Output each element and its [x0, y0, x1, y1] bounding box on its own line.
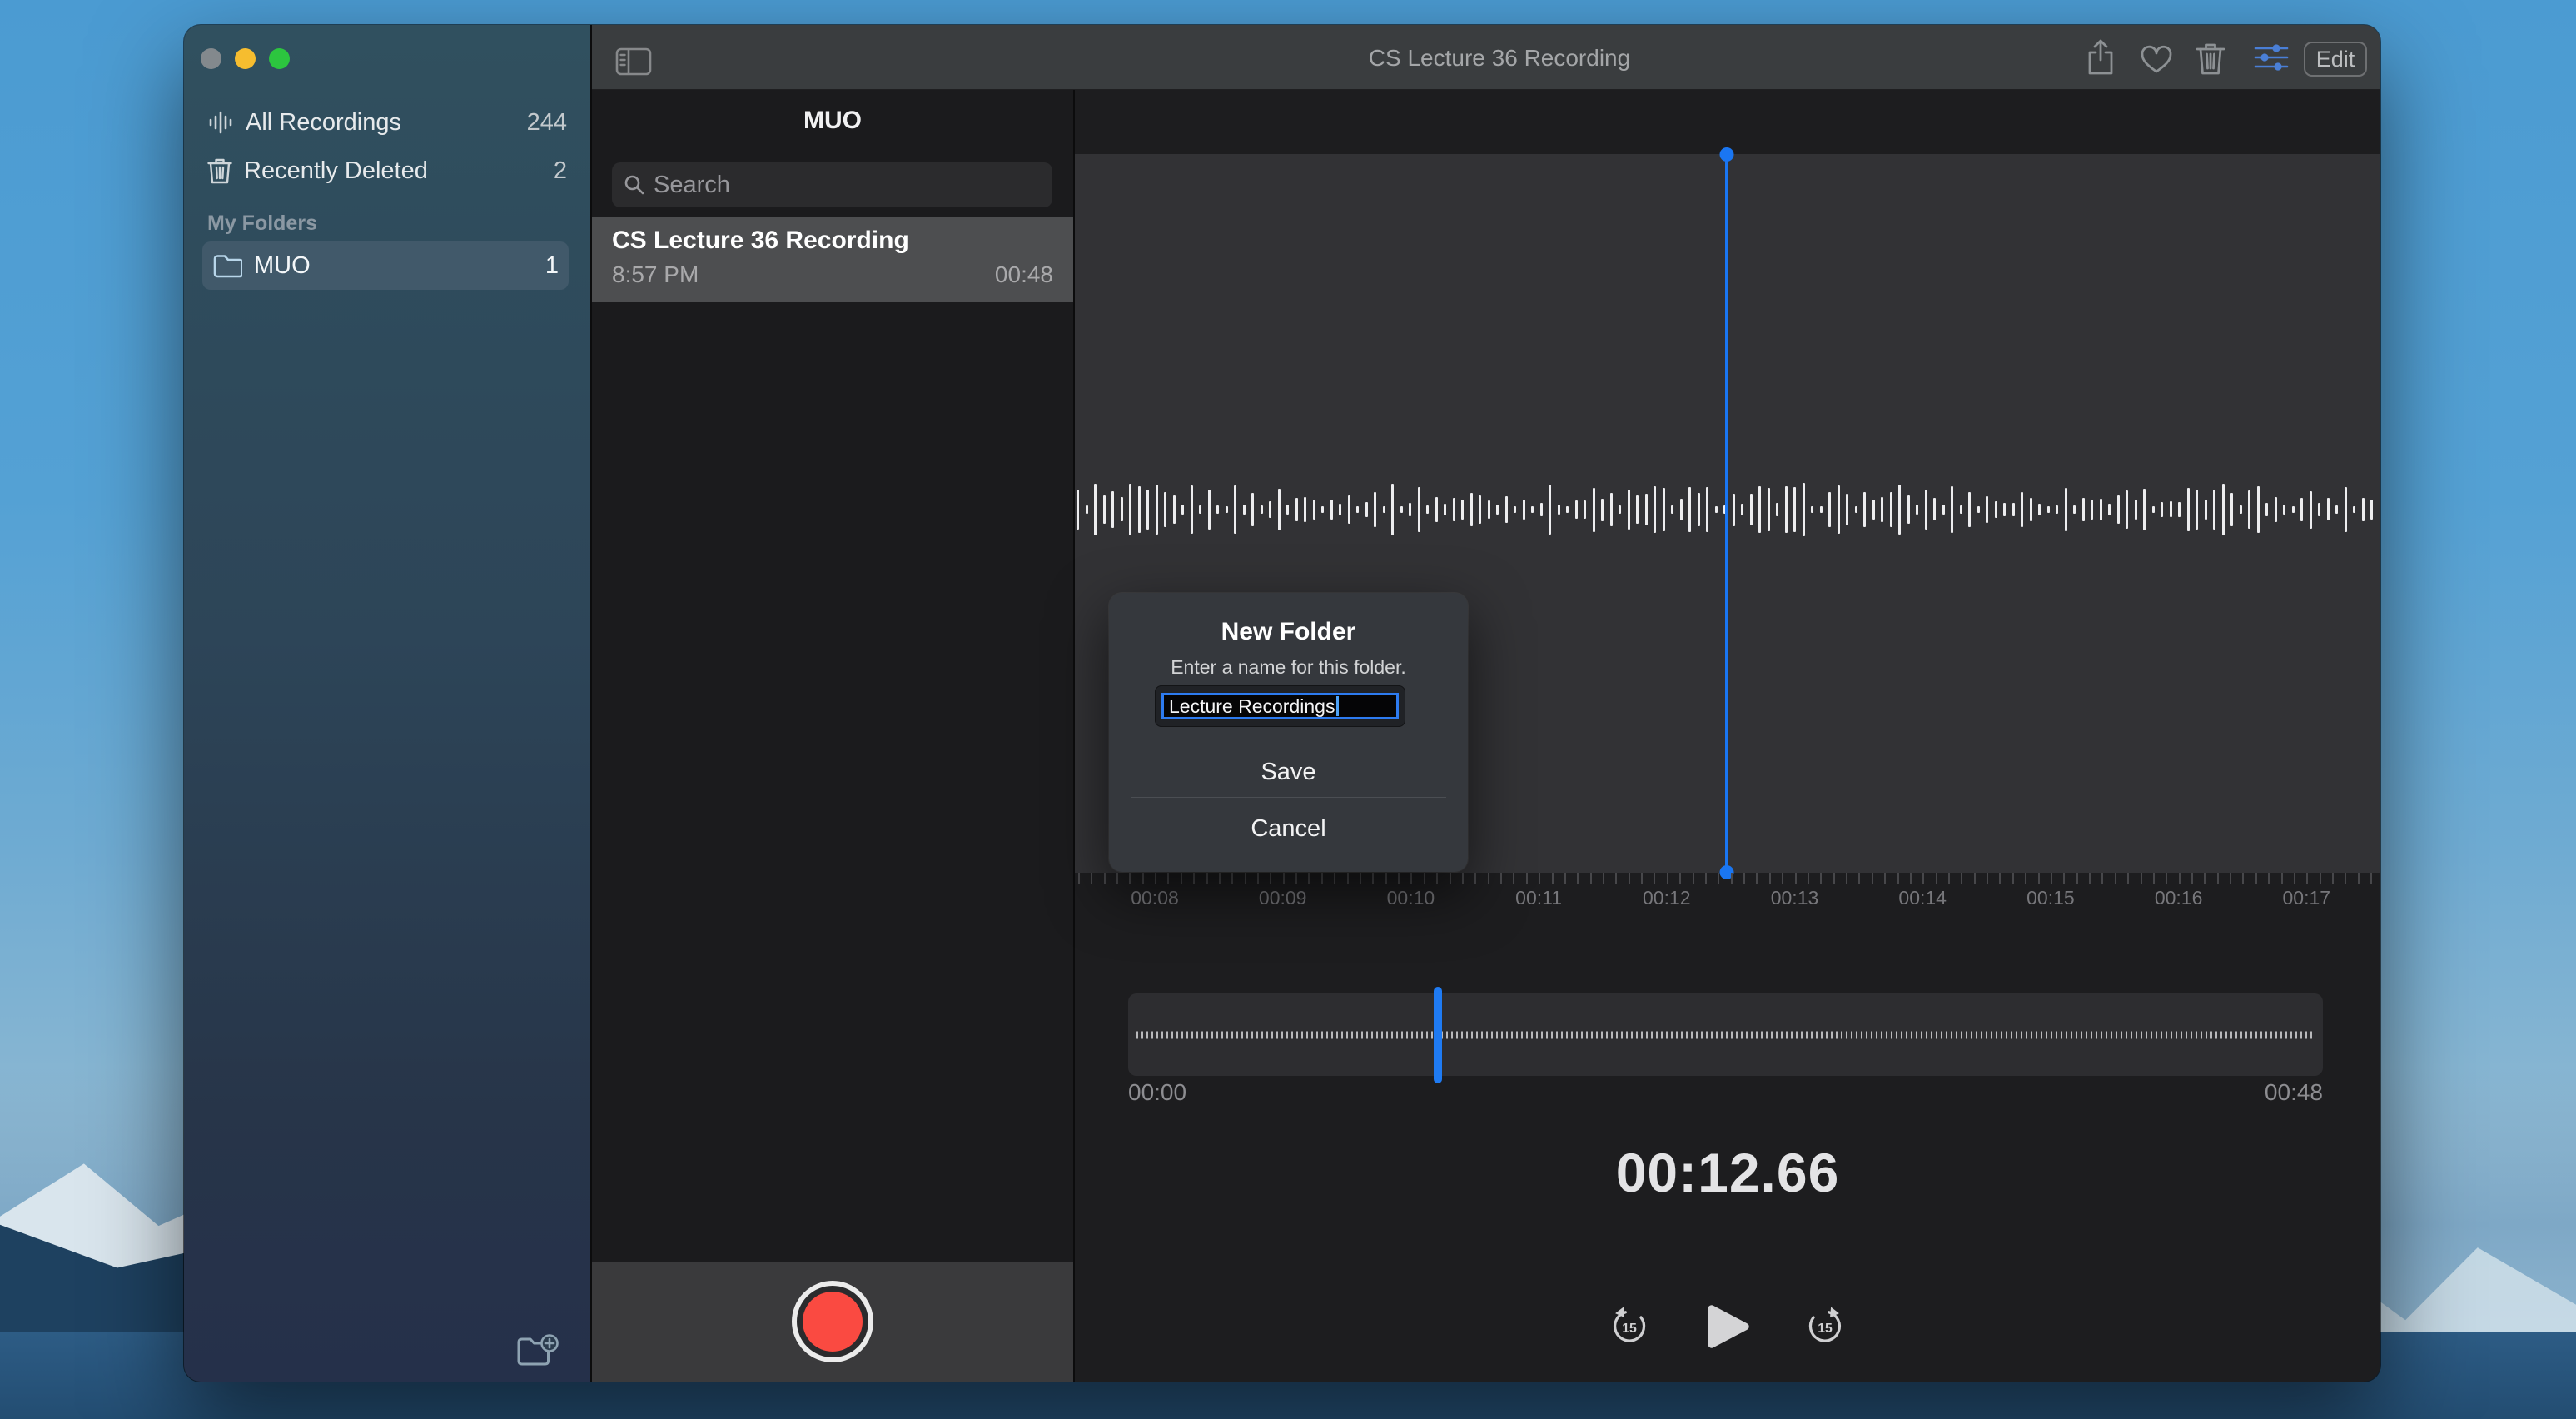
- trash-icon: [207, 157, 232, 185]
- overview-start-label: 00:00: [1128, 1079, 1186, 1106]
- sidebar-item-folder-muo[interactable]: MUO 1: [202, 241, 569, 290]
- search-icon: [624, 174, 645, 196]
- recordings-list-panel: MUO Search CS Lecture 36 Recording 8:57 …: [592, 90, 1073, 1382]
- sidebar-section-my-folders: My Folders: [207, 212, 317, 236]
- sidebar-toggle-button[interactable]: [615, 47, 652, 76]
- search-placeholder: Search: [654, 172, 730, 199]
- sidebar-item-count: 244: [527, 109, 567, 137]
- recording-list-item[interactable]: CS Lecture 36 Recording 8:57 PM 00:48: [592, 217, 1073, 302]
- folder-plus-icon: [515, 1332, 559, 1371]
- dialog-title: New Folder: [1109, 618, 1468, 646]
- recording-title: CS Lecture 36 Recording: [612, 227, 1053, 255]
- time-ruler-labels: 00:0800:0900:1000:1100:1200:1300:1400:15…: [1075, 887, 2380, 912]
- overview-playhead[interactable]: [1434, 987, 1442, 1083]
- window-close-button[interactable]: [201, 48, 221, 69]
- play-button[interactable]: [1704, 1302, 1751, 1352]
- window-title: CS Lecture 36 Recording: [1369, 45, 1630, 72]
- skip-back-15-icon: 15: [1609, 1307, 1649, 1347]
- record-strip: [592, 1262, 1073, 1382]
- skip-forward-15-button[interactable]: 15: [1805, 1307, 1845, 1347]
- transport-controls: 15 15: [1075, 1289, 2380, 1364]
- folder-name-field-frame: Lecture Recordings: [1155, 685, 1405, 727]
- save-button[interactable]: Save: [1109, 749, 1468, 795]
- playback-settings-button[interactable]: [2252, 37, 2289, 78]
- playhead-top-dot: [1719, 147, 1733, 162]
- playhead[interactable]: [1725, 154, 1728, 873]
- sidebar-item-label: Recently Deleted: [244, 157, 428, 185]
- folder-count: 1: [545, 252, 559, 280]
- sidebar-item-count: 2: [554, 157, 567, 185]
- sidebar: All Recordings 244 Recently Deleted 2 My…: [184, 25, 590, 1382]
- overview-end-label: 00:48: [2265, 1079, 2323, 1106]
- current-time-display: 00:12.66: [1616, 1141, 1840, 1204]
- folder-name-value: Lecture Recordings: [1169, 695, 1335, 718]
- skip-back-15-button[interactable]: 15: [1609, 1307, 1649, 1347]
- detail-pane: 00:0800:0900:1000:1100:1200:1300:1400:15…: [1075, 90, 2380, 1382]
- voice-memos-window: All Recordings 244 Recently Deleted 2 My…: [184, 25, 2380, 1382]
- window-minimize-button[interactable]: [235, 48, 256, 69]
- heart-icon: [2138, 37, 2175, 78]
- recording-duration: 00:48: [995, 261, 1053, 288]
- waveform-icon: [207, 109, 234, 136]
- sidebar-item-label: All Recordings: [246, 109, 401, 137]
- share-icon: [2084, 37, 2117, 78]
- overview-scrubber[interactable]: [1128, 993, 2323, 1076]
- time-ruler-ticks: [1075, 873, 2380, 884]
- record-button-dot: [803, 1292, 863, 1352]
- skip-forward-15-icon: 15: [1805, 1307, 1845, 1347]
- new-folder-dialog: New Folder Enter a name for this folder.…: [1109, 593, 1468, 872]
- folder-name-input[interactable]: Lecture Recordings: [1161, 693, 1399, 719]
- svg-text:15: 15: [1622, 1322, 1637, 1336]
- search-input[interactable]: Search: [612, 162, 1052, 207]
- cancel-button[interactable]: Cancel: [1109, 805, 1468, 852]
- sidebar-item-all-recordings[interactable]: All Recordings 244: [197, 98, 577, 147]
- toolbar: CS Lecture 36 Recording: [592, 25, 2380, 90]
- svg-text:15: 15: [1818, 1322, 1833, 1336]
- trash-icon: [2195, 37, 2226, 78]
- play-icon: [1704, 1302, 1751, 1352]
- dialog-divider: [1131, 797, 1446, 798]
- delete-button[interactable]: [2195, 37, 2231, 78]
- sidebar-toggle-icon: [615, 47, 652, 76]
- dialog-message: Enter a name for this folder.: [1109, 656, 1468, 679]
- window-zoom-button[interactable]: [269, 48, 290, 69]
- text-caret: [1336, 696, 1339, 716]
- playback-settings-icon: [2252, 37, 2290, 78]
- record-button[interactable]: [792, 1281, 873, 1362]
- edit-button[interactable]: Edit: [2304, 42, 2367, 77]
- sidebar-item-recently-deleted[interactable]: Recently Deleted 2: [197, 147, 577, 195]
- overview-waveform: [1136, 1031, 2315, 1038]
- favorite-button[interactable]: [2138, 37, 2175, 78]
- list-header: MUO: [592, 107, 1073, 135]
- share-button[interactable]: [2084, 37, 2121, 78]
- new-folder-button[interactable]: [515, 1332, 559, 1371]
- recording-time: 8:57 PM: [612, 261, 699, 288]
- folder-label: MUO: [254, 252, 311, 280]
- folder-icon: [212, 253, 242, 278]
